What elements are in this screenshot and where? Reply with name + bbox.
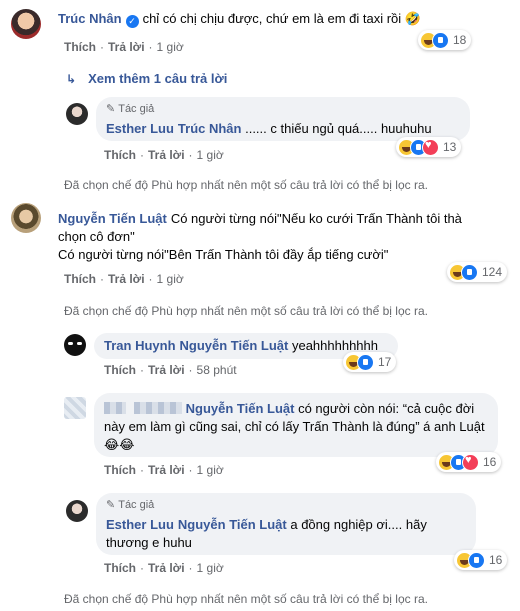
separator: · (140, 561, 144, 575)
like-reaction-icon (461, 263, 478, 281)
comment-text: chỉ có chị chịu được, chứ em là em đi ta… (142, 11, 421, 26)
separator: · (140, 148, 144, 162)
reply-content: Esther Luu Trúc Nhân ...... c thiếu ngủ q… (106, 120, 460, 138)
reply-button[interactable]: Trả lời (148, 148, 185, 162)
pen-icon: ✎ (106, 103, 116, 115)
verified-icon: ✓ (125, 15, 139, 28)
commenter-name[interactable]: Esther Luu (106, 517, 174, 532)
separator: · (188, 148, 193, 162)
mention-tag[interactable]: Nguyễn Tiến Luật (180, 338, 289, 353)
commenter-name[interactable]: Tran Huynh (104, 338, 176, 353)
mention-tag[interactable]: Trúc Nhân (178, 121, 242, 136)
comment-line-2: Có người từng nói"Bên Trấn Thành tôi đầy… (58, 247, 389, 262)
timestamp[interactable]: 1 giờ (197, 561, 224, 575)
like-reaction-icon (432, 31, 449, 49)
author-badge: ✎ Tác giả (106, 100, 460, 118)
comment-actions: Thích · Trả lời · 58 phút (104, 363, 237, 377)
like-button[interactable]: Thích (64, 272, 96, 286)
redacted-name (133, 402, 182, 414)
timestamp[interactable]: 58 phút (197, 363, 237, 377)
avatar[interactable] (11, 9, 41, 39)
reaction-count: 16 (483, 455, 497, 469)
author-label: Tác giả (118, 499, 155, 511)
reaction-count: 124 (482, 265, 503, 279)
reaction-summary[interactable]: 124 (447, 262, 508, 282)
reply-content: Esther Luu Nguyễn Tiến Luật a đồng nghiệp… (106, 516, 466, 552)
reaction-summary[interactable]: 13 (396, 137, 462, 157)
reaction-count: 18 (453, 33, 467, 47)
reply-arrow-icon: ↳ (66, 71, 77, 86)
comment-nguyentienluat: Nguyễn Tiến Luật Có người từng nói"Nếu ko… (58, 210, 478, 264)
timestamp[interactable]: 1 giờ (197, 463, 224, 477)
reply-button[interactable]: Trả lời (148, 363, 185, 377)
reply-button[interactable]: Trả lời (148, 561, 185, 575)
comment-actions: Thích · Trả lời · 1 giờ (104, 148, 224, 162)
like-button[interactable]: Thích (104, 363, 136, 377)
like-button[interactable]: Thích (104, 148, 136, 162)
comment-actions: Thích · Trả lời · 1 giờ (64, 40, 184, 54)
more-replies-label: Xem thêm 1 câu trả lời (88, 71, 228, 86)
separator: · (140, 463, 144, 477)
reply-button[interactable]: Trả lời (108, 40, 145, 54)
like-button[interactable]: Thích (104, 561, 136, 575)
timestamp[interactable]: 1 giờ (197, 148, 224, 162)
reaction-count: 17 (378, 355, 392, 369)
pen-icon: ✎ (106, 499, 116, 511)
separator: · (188, 363, 193, 377)
author-label: Tác giả (118, 103, 155, 115)
timestamp[interactable]: 1 giờ (157, 40, 184, 54)
comment-actions: Thích · Trả lời · 1 giờ (104, 561, 224, 575)
comment-actions: Thích · Trả lời · 1 giờ (104, 463, 224, 477)
mention-tag[interactable]: Nguyễn Tiến Luật (186, 401, 295, 416)
separator: · (188, 561, 193, 575)
reaction-count: 13 (443, 140, 457, 154)
reply-bubble: ✎ Tác giả Esther Luu Nguyễn Tiến Luật a đồ… (96, 493, 476, 555)
avatar[interactable] (64, 397, 86, 419)
separator: · (100, 40, 104, 54)
commenter-name[interactable]: Esther Luu (106, 121, 174, 136)
like-button[interactable]: Thích (104, 463, 136, 477)
avatar[interactable] (66, 103, 88, 125)
reply-bubble: Nguyễn Tiến Luật có người còn nói: “cả c… (94, 393, 498, 457)
comment-actions: Thích · Trả lời · 1 giờ (64, 272, 184, 286)
timestamp[interactable]: 1 giờ (157, 272, 184, 286)
comment-trucnhan: Trúc Nhân ✓ chỉ có chị chịu được, chứ em l… (58, 10, 508, 28)
filter-notice: Đã chọn chế độ Phù hợp nhất nên một số c… (64, 178, 428, 192)
reply-button[interactable]: Trả lời (108, 272, 145, 286)
like-reaction-icon (468, 551, 485, 569)
reaction-summary[interactable]: 17 (343, 352, 397, 372)
like-button[interactable]: Thích (64, 40, 96, 54)
reaction-count: 16 (489, 553, 503, 567)
filter-notice: Đã chọn chế độ Phù hợp nhất nên một số c… (64, 304, 428, 318)
reaction-summary[interactable]: 18 (418, 30, 472, 50)
filter-notice: Đã chọn chế độ Phù hợp nhất nên một số c… (64, 592, 428, 606)
comment-text: ...... c thiếu ngủ quá..... huuhuhu (241, 121, 432, 136)
author-badge: ✎ Tác giả (106, 496, 466, 514)
more-replies-link[interactable]: ↳ Xem thêm 1 câu trả lời (66, 71, 227, 86)
eyes-icon (68, 342, 73, 345)
separator: · (148, 40, 153, 54)
love-icon (462, 453, 479, 471)
commenter-name[interactable]: Nguyễn Tiến Luật (58, 211, 167, 226)
separator: · (188, 463, 193, 477)
reply-bubble: ✎ Tác giả Esther Luu Trúc Nhân ...... c th… (96, 97, 470, 141)
love-icon (422, 138, 439, 156)
avatar[interactable] (11, 203, 41, 233)
comment-text: yeahhhhhhhhh (291, 338, 378, 353)
reaction-summary[interactable]: 16 (454, 550, 508, 570)
eyes-icon (77, 342, 82, 345)
redacted-name (104, 402, 126, 414)
avatar[interactable] (66, 500, 88, 522)
reaction-summary[interactable]: 16 (436, 452, 502, 472)
separator: · (140, 363, 144, 377)
separator: · (148, 272, 153, 286)
separator: · (100, 272, 104, 286)
avatar[interactable] (64, 334, 86, 356)
like-reaction-icon (357, 353, 374, 371)
reply-button[interactable]: Trả lời (148, 463, 185, 477)
commenter-name[interactable]: Trúc Nhân (58, 11, 122, 26)
mention-tag[interactable]: Nguyễn Tiến Luật (178, 517, 287, 532)
